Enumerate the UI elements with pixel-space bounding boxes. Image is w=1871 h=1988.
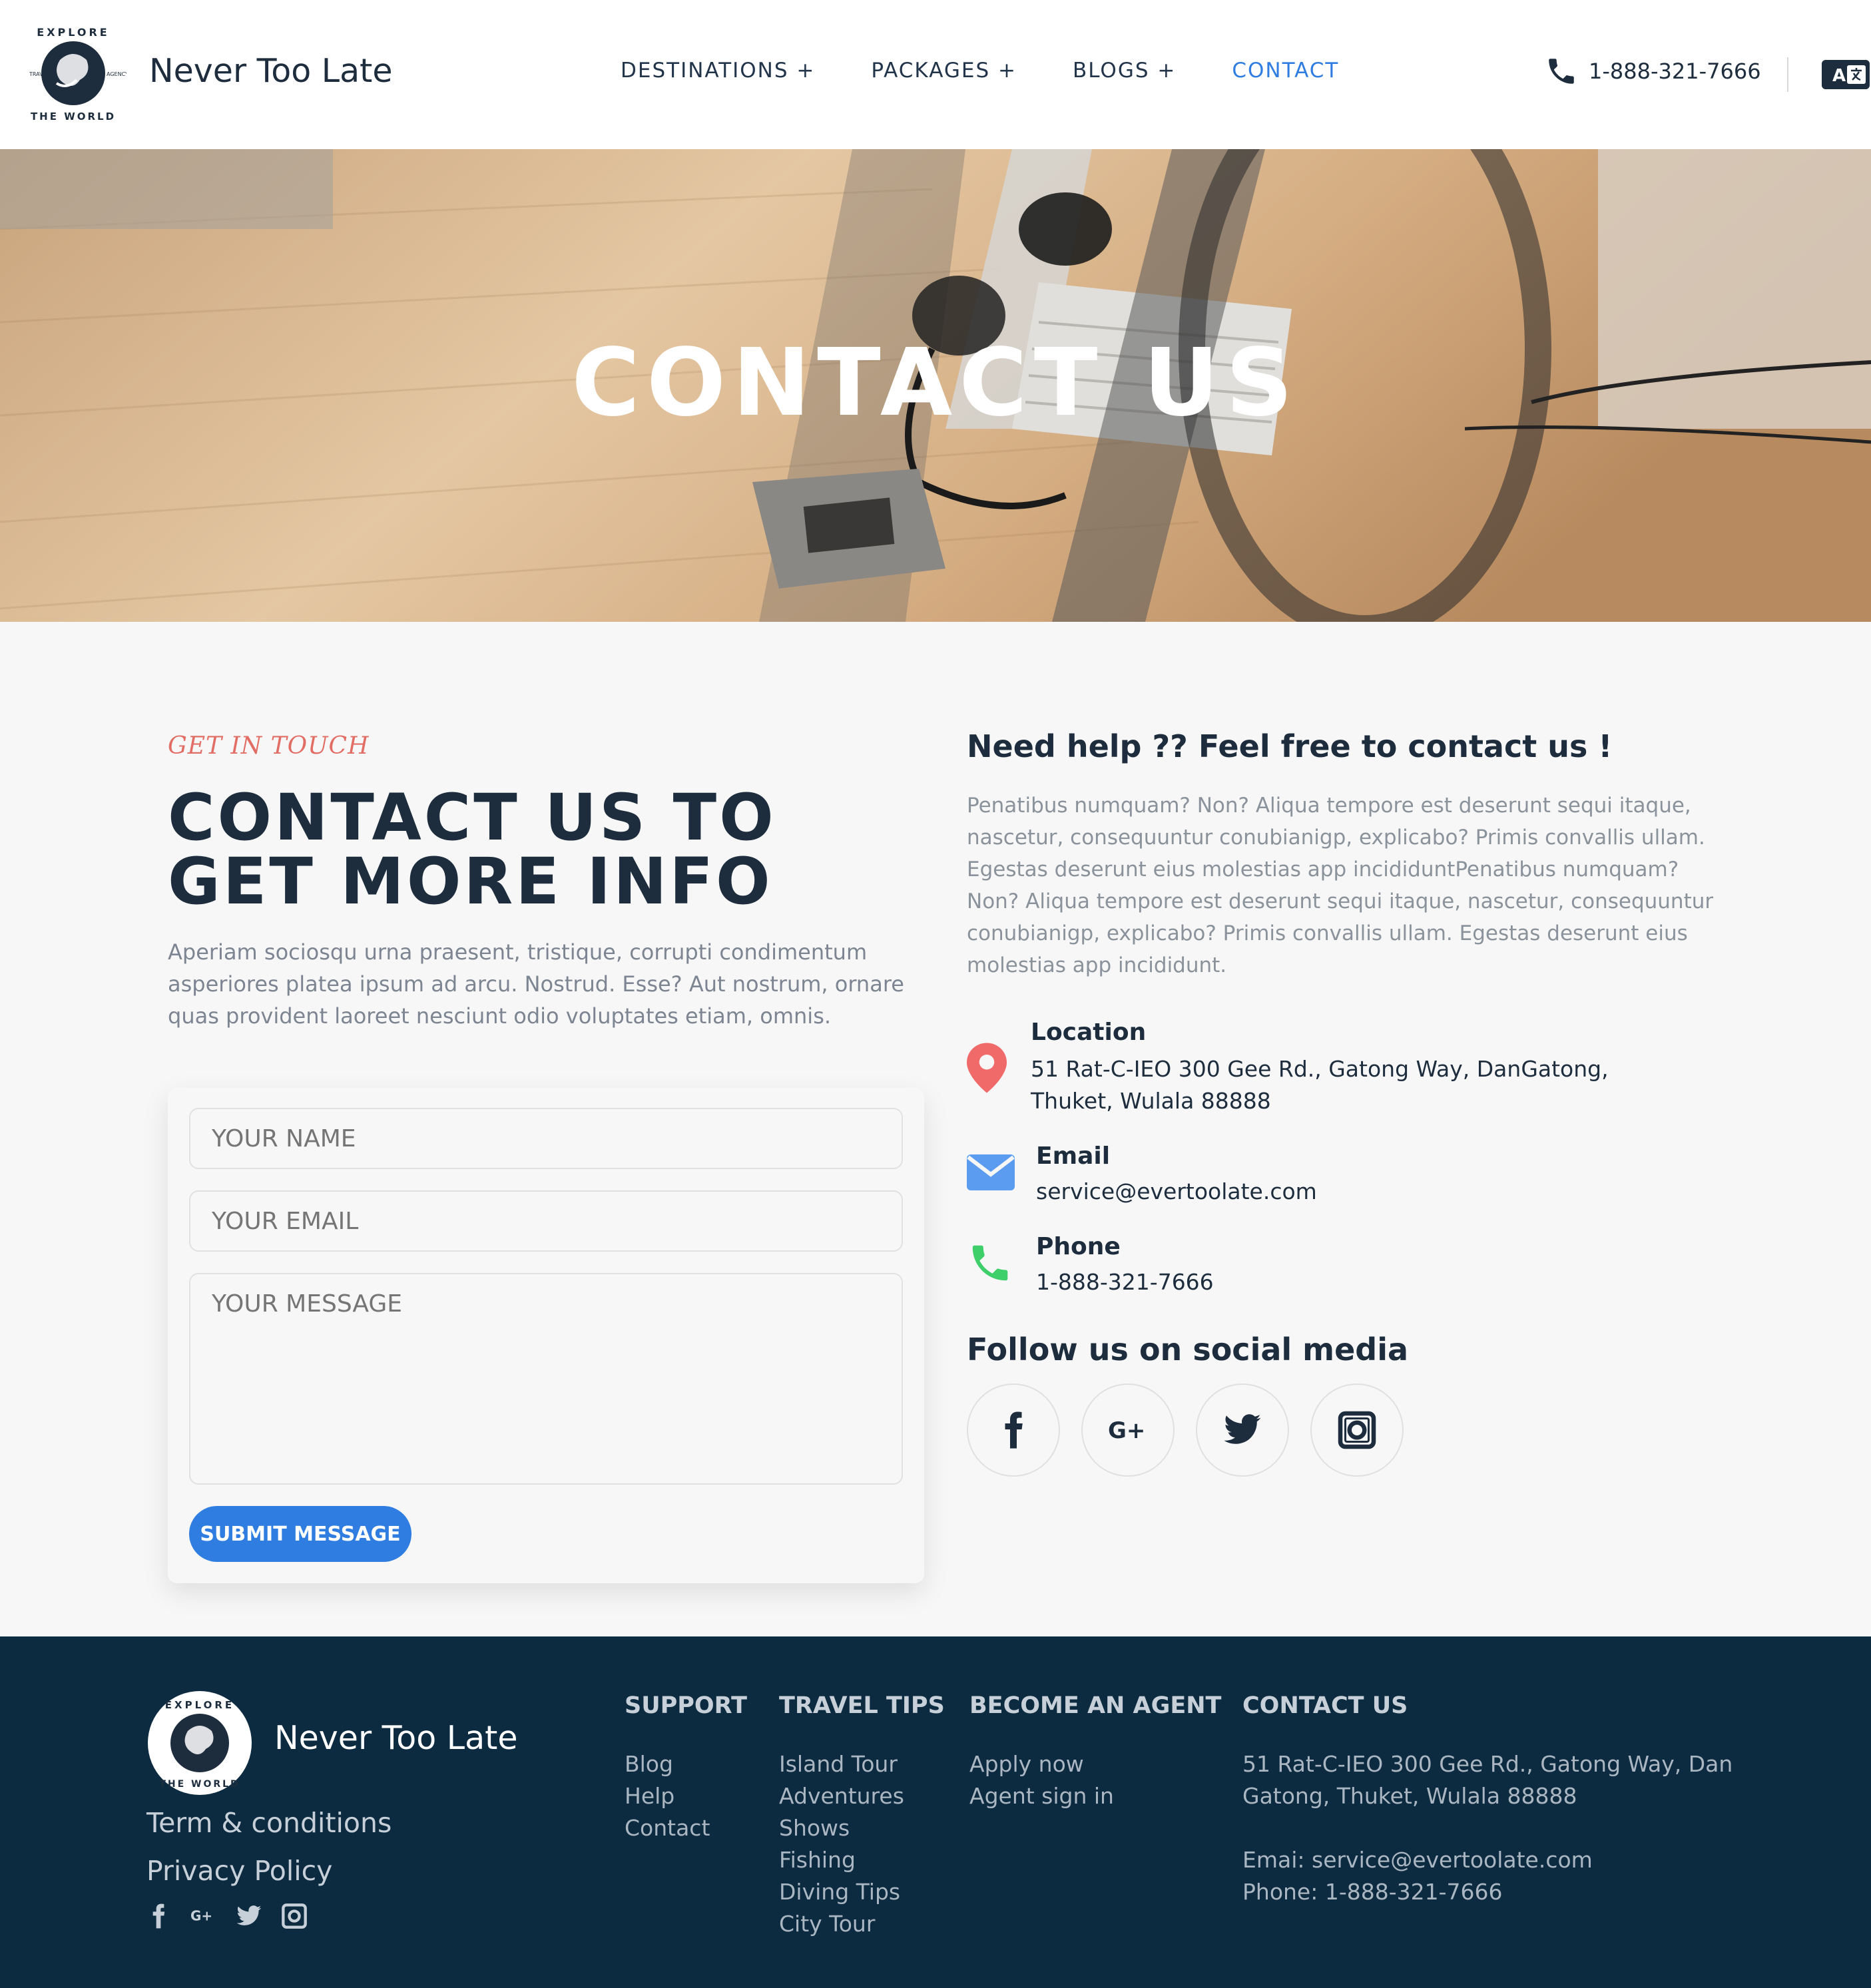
email-label: Email [1036,1142,1111,1170]
contact-form: SUBMIT MESSAGE [168,1088,924,1583]
footer-google-plus-icon[interactable]: G+ [190,1903,217,1929]
nav-contact[interactable]: CONTACT [1232,59,1339,83]
google-plus-icon: G+ [1108,1417,1145,1444]
phone-green-icon [972,1245,1008,1281]
location-value: 51 Rat-C-IEO 300 Gee Rd., Gatong Way, Da… [1031,1056,1609,1114]
footer-link-city-tour[interactable]: City Tour [779,1908,904,1940]
footer-brand-name[interactable]: Never Too Late [274,1719,518,1757]
facebook-icon [1005,1411,1023,1449]
contact-heading: CONTACT US TO GET MORE INFO [168,780,776,919]
footer-contact-block: 51 Rat-C-IEO 300 Gee Rd., Gatong Way, Da… [1242,1748,1748,1908]
get-in-touch-kicker: GET IN TOUCH [168,732,370,760]
facebook-button[interactable] [967,1383,1060,1477]
site-footer: EXPLORE THE WORLD Never Too Late Term & … [0,1636,1871,1988]
brand-logo[interactable]: EXPLORE THE WORLD TRAVEL AGENCY [20,20,127,126]
instagram-icon [1338,1411,1376,1449]
help-title: Need help ?? Feel free to contact us ! [967,728,1613,764]
header-phone[interactable]: 1-888-321-7666 [1545,55,1761,88]
svg-text:G+: G+ [1108,1417,1145,1444]
footer-twitter-icon[interactable] [236,1903,262,1929]
twitter-icon [1224,1414,1261,1444]
twitter-button[interactable] [1196,1383,1289,1477]
svg-text:A: A [1832,66,1846,86]
phone-label: Phone [1036,1233,1121,1260]
footer-contact-email[interactable]: Emai: service@evertoolate.com [1242,1844,1748,1876]
footer-travel-tips-title: TRAVEL TIPS [779,1692,945,1719]
footer-link-agent-sign-in[interactable]: Agent sign in [969,1780,1114,1812]
footer-facebook-icon[interactable] [145,1903,172,1929]
phone-value[interactable]: 1-888-321-7666 [1036,1266,1214,1298]
brand-name[interactable]: Never Too Late [149,52,393,90]
email-envelope-icon [967,1154,1015,1190]
footer-link-shows[interactable]: Shows [779,1812,904,1844]
hero-banner: CONTACT US [0,149,1871,622]
nav-blogs[interactable]: BLOGS + [1073,59,1176,83]
footer-link-island-tour[interactable]: Island Tour [779,1748,904,1780]
footer-link-help[interactable]: Help [625,1780,710,1812]
help-text: Penatibus numquam? Non? Aliqua tempore e… [967,794,1714,977]
header-phone-number: 1-888-321-7666 [1589,59,1761,84]
hero-title: CONTACT US [571,329,1300,437]
footer-contact-phone[interactable]: Phone: 1-888-321-7666 [1242,1876,1748,1908]
footer-logo-text-top: EXPLORE [165,1699,234,1711]
footer-link-apply-now[interactable]: Apply now [969,1748,1114,1780]
footer-link-contact[interactable]: Contact [625,1812,710,1844]
nav-destinations[interactable]: DESTINATIONS + [621,59,815,83]
submit-message-button[interactable]: SUBMIT MESSAGE [189,1506,411,1562]
footer-contact-address: 51 Rat-C-IEO 300 Gee Rd., Gatong Way, Da… [1242,1751,1733,1809]
google-plus-button[interactable]: G+ [1081,1383,1175,1477]
location-pin-icon [967,1043,1007,1093]
contact-intro: Aperiam sociosqu urna praesent, tristiqu… [168,939,904,1029]
footer-link-blog[interactable]: Blog [625,1748,710,1780]
footer-contact-title: CONTACT US [1242,1692,1408,1719]
translate-icon[interactable]: A [1822,60,1870,89]
privacy-link[interactable]: Privacy Policy [146,1855,332,1887]
footer-link-fishing[interactable]: Fishing [779,1844,904,1876]
instagram-button[interactable] [1310,1383,1404,1477]
svg-text:G+: G+ [190,1908,212,1924]
footer-travel-tips-list: Island Tour Adventures Shows Fishing Div… [779,1748,904,1940]
footer-support-title: SUPPORT [625,1692,747,1719]
footer-become-agent-title: BECOME AN AGENT [969,1692,1222,1719]
footer-link-adventures[interactable]: Adventures [779,1780,904,1812]
logo-text-bottom: THE WORLD [31,111,116,123]
logo-text-top: EXPLORE [37,26,109,39]
follow-title: Follow us on social media [967,1332,1409,1367]
main-nav: DESTINATIONS + PACKAGES + BLOGS + CONTAC… [621,59,1395,83]
footer-logo[interactable]: EXPLORE THE WORLD [146,1690,253,1796]
nav-packages[interactable]: PACKAGES + [871,59,1017,83]
location-label: Location [1031,1019,1147,1046]
message-textarea[interactable] [189,1273,903,1485]
site-header: EXPLORE THE WORLD TRAVEL AGENCY Never To… [0,0,1871,149]
phone-icon [1549,59,1574,84]
email-input[interactable] [189,1190,903,1252]
name-input[interactable] [189,1108,903,1169]
footer-support-list: Blog Help Contact [625,1748,710,1844]
footer-logo-text-bottom: THE WORLD [159,1779,240,1790]
header-divider [1787,57,1788,92]
footer-link-diving-tips[interactable]: Diving Tips [779,1876,904,1908]
email-value[interactable]: service@evertoolate.com [1036,1176,1317,1208]
terms-link[interactable]: Term & conditions [146,1807,392,1839]
footer-instagram-icon[interactable] [281,1903,308,1929]
logo-text-right: AGENCY [107,71,127,77]
footer-agent-list: Apply now Agent sign in [969,1748,1114,1812]
logo-text-left: TRAVEL [29,71,50,77]
